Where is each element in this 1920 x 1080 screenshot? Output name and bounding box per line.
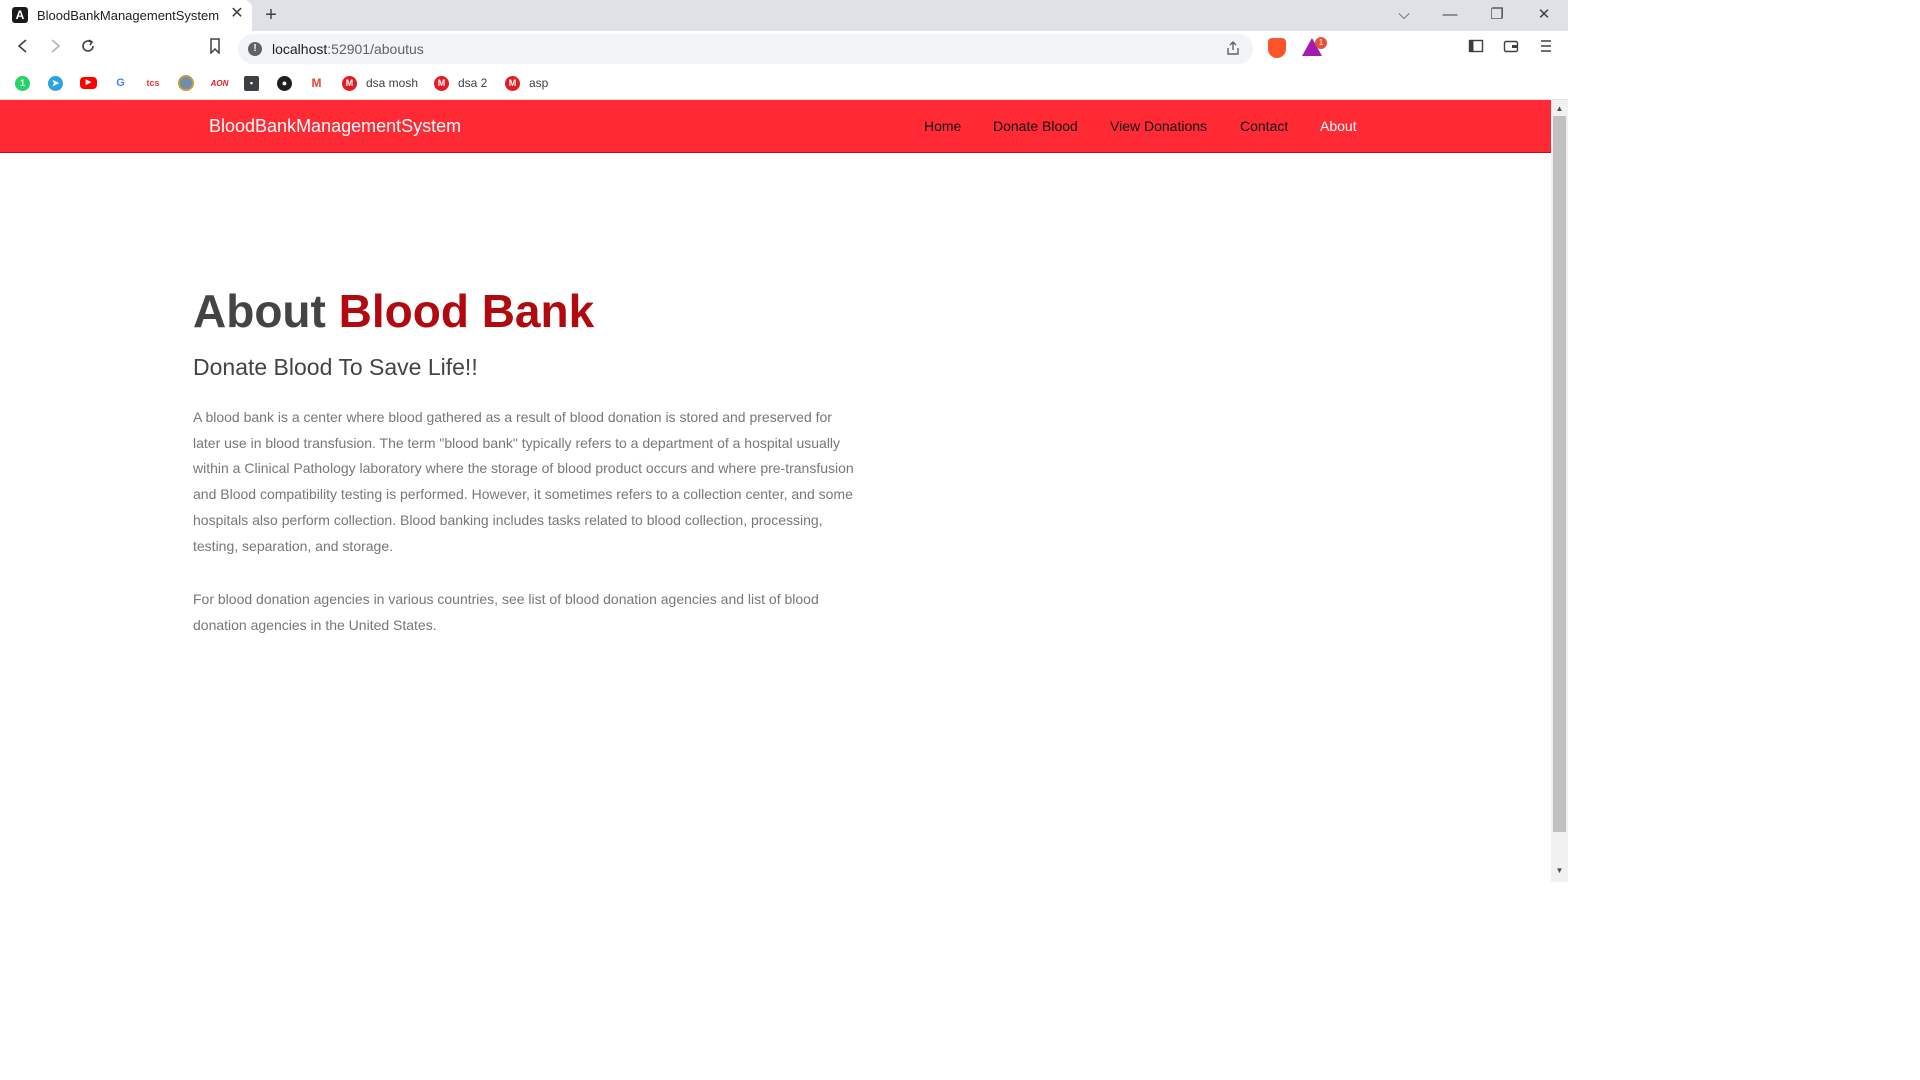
bookmark-aon[interactable]: AON [210, 75, 229, 91]
bookmark-gmail[interactable]: M [309, 75, 324, 91]
bookmark-label: dsa mosh [366, 76, 419, 90]
mosh-icon: M [342, 75, 357, 91]
scroll-thumb[interactable] [1553, 116, 1566, 832]
whatsapp-icon: 1 [15, 75, 30, 91]
bookmark-emblem[interactable] [178, 75, 194, 91]
url-path: :52901/aboutus [327, 41, 424, 57]
title-prefix: About [193, 285, 326, 337]
page-scrollbar[interactable]: ▲ ▼ [1551, 100, 1568, 882]
youtube-icon: ▶ [80, 77, 97, 89]
browser-tab[interactable]: A BloodBankManagementSystem ✕ [0, 0, 252, 31]
url-text[interactable]: localhost:52901/aboutus [272, 41, 424, 57]
rewards-badge: 1 [1315, 37, 1327, 49]
title-highlight: Blood Bank [338, 285, 595, 337]
mosh-icon: M [434, 75, 449, 91]
scroll-down-icon[interactable]: ▼ [1551, 864, 1568, 878]
nav-about[interactable]: About [1320, 118, 1357, 134]
bookmark-dsa-mosh[interactable]: M dsa mosh [342, 75, 418, 91]
url-host: localhost [272, 41, 328, 57]
address-bar[interactable]: ! localhost:52901/aboutus [238, 34, 1253, 64]
bookmark-telegram[interactable]: ➤ [48, 75, 63, 91]
mosh-icon: M [505, 75, 520, 91]
page-title: About Blood Bank [193, 283, 594, 339]
page-subtitle: Donate Blood To Save Life!! [193, 354, 478, 380]
nav-donate-blood[interactable]: Donate Blood [993, 118, 1078, 134]
nav-home[interactable]: Home [924, 118, 961, 134]
agencies-paragraph: For blood donation agencies in various c… [193, 591, 819, 633]
minimize-icon[interactable]: — [1438, 4, 1462, 26]
tab-title: BloodBankManagementSystem [37, 8, 220, 23]
contact-card-icon: ▪ [244, 75, 259, 91]
about-paragraph: A blood bank is a center where blood gat… [193, 409, 854, 554]
tcs-icon: tcs [144, 75, 162, 91]
wallet-icon[interactable] [1500, 38, 1522, 60]
sidebar-icon[interactable] [1465, 38, 1487, 60]
bookmark-tcs[interactable]: tcs [144, 75, 162, 91]
bookmark-icon[interactable] [204, 38, 226, 60]
google-icon: G [113, 75, 128, 91]
bookmark-google[interactable]: G [113, 75, 128, 91]
brave-shields-icon[interactable] [1268, 38, 1286, 58]
bookmarks-bar: 1 ➤ ▶ G tcs AON ▪ ● M M dsa mosh M dsa 2… [0, 67, 1568, 100]
restore-icon[interactable]: ❐ [1485, 4, 1509, 26]
share-icon[interactable] [1225, 40, 1241, 60]
github-icon: ● [277, 75, 292, 91]
browser-toolbar: ! localhost:52901/aboutus 1 [0, 31, 1568, 67]
site-info-icon[interactable]: ! [248, 42, 262, 56]
close-tab-icon[interactable]: ✕ [228, 5, 246, 23]
bookmark-youtube[interactable]: ▶ [80, 75, 97, 91]
bookmark-asp[interactable]: M asp [505, 75, 548, 91]
new-tab-button[interactable]: + [261, 4, 281, 26]
reload-icon[interactable] [77, 38, 99, 60]
bookmark-whatsapp[interactable]: 1 [15, 75, 30, 91]
scroll-up-icon[interactable]: ▲ [1551, 102, 1568, 116]
angular-icon: A [12, 7, 28, 23]
tab-strip: A BloodBankManagementSystem ✕ + ⌵ — ❐ ✕ [0, 0, 1568, 31]
page-viewport: BloodBankManagementSystem Home Donate Bl… [0, 100, 1551, 882]
site-navbar: BloodBankManagementSystem Home Donate Bl… [0, 100, 1551, 153]
bookmark-contacts[interactable]: ▪ [244, 75, 259, 91]
nav-view-donations[interactable]: View Donations [1110, 118, 1207, 134]
bookmark-dsa-2[interactable]: M dsa 2 [434, 75, 487, 91]
tab-search-icon[interactable]: ⌵ [1392, 4, 1416, 26]
bookmark-label: dsa 2 [458, 76, 488, 90]
nav-contact[interactable]: Contact [1240, 118, 1288, 134]
forward-icon[interactable] [44, 38, 66, 60]
emblem-icon [178, 75, 194, 91]
brand-link[interactable]: BloodBankManagementSystem [209, 116, 461, 137]
bookmark-label: asp [529, 76, 549, 90]
telegram-icon: ➤ [48, 75, 63, 91]
bookmark-github[interactable]: ● [277, 75, 292, 91]
menu-icon[interactable] [1535, 38, 1557, 60]
aon-icon: AON [210, 75, 229, 91]
back-icon[interactable] [12, 38, 34, 60]
close-window-icon[interactable]: ✕ [1532, 4, 1556, 26]
gmail-icon: M [309, 75, 324, 91]
